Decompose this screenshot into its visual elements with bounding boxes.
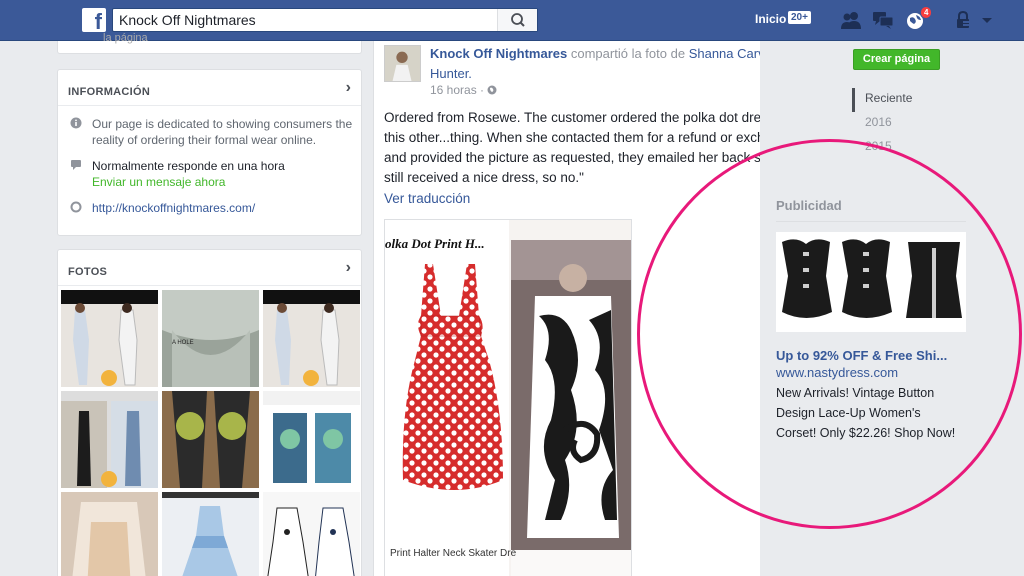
notification-count-badge: 4 bbox=[920, 6, 933, 19]
send-message-link[interactable]: Enviar un mensaje ahora bbox=[92, 174, 361, 190]
corset-product-image bbox=[776, 232, 966, 332]
ad-url[interactable]: www.nastydress.com bbox=[776, 365, 966, 380]
info-description-row: Our page is dedicated to showing consume… bbox=[58, 116, 361, 148]
year-2015[interactable]: 2015 bbox=[852, 136, 912, 160]
see-translation-link[interactable]: Ver traducción bbox=[384, 191, 470, 206]
facebook-logo-icon[interactable]: f bbox=[82, 8, 106, 32]
post-timestamp[interactable]: 16 horas · bbox=[430, 83, 497, 97]
photo-thumbnail[interactable] bbox=[263, 391, 360, 488]
photo-thumbnail[interactable] bbox=[263, 492, 360, 576]
post-photo[interactable]: olka Dot Print H... Print Halter Neck Sk… bbox=[384, 219, 632, 576]
website-link[interactable]: http://knockoffnightmares.com/ bbox=[92, 201, 255, 215]
search-icon bbox=[511, 13, 525, 27]
search-button[interactable] bbox=[497, 9, 537, 31]
chevron-right-icon[interactable]: › bbox=[346, 260, 351, 276]
ad-heading: Publicidad bbox=[776, 198, 966, 222]
info-circle-icon bbox=[70, 117, 82, 129]
avatar[interactable] bbox=[384, 45, 421, 82]
photo-thumbnail[interactable] bbox=[162, 391, 259, 488]
left-column: la página INFORMACIÓN › Our page is dedi… bbox=[57, 32, 362, 576]
top-bar: f Inicio 20+ 4 bbox=[0, 0, 1024, 41]
chat-bubble-icon bbox=[71, 160, 81, 170]
photo-product-title: olka Dot Print H... bbox=[385, 236, 485, 251]
sponsored-ad: Publicidad Up to 92% OFF & Free Shi... w… bbox=[776, 198, 966, 443]
photos-card-title: FOTOS bbox=[68, 266, 108, 278]
info-card: INFORMACIÓN › Our page is dedicated to s… bbox=[57, 69, 362, 236]
photo-hole-label: A HOLE bbox=[172, 340, 194, 346]
timeline-years: Reciente 2016 2015 bbox=[852, 88, 912, 160]
previous-card-stub: la página bbox=[57, 32, 362, 54]
search-input[interactable] bbox=[113, 9, 503, 31]
year-2016[interactable]: 2016 bbox=[852, 112, 912, 136]
response-time-row: Normalmente responde en una hora Enviar … bbox=[58, 158, 361, 190]
year-recent[interactable]: Reciente bbox=[852, 88, 912, 112]
post-time-text: 16 horas · bbox=[430, 83, 488, 97]
search-box[interactable] bbox=[112, 8, 538, 32]
friend-requests-icon[interactable] bbox=[840, 10, 862, 30]
shared-text: compartió la foto de bbox=[570, 46, 686, 61]
photos-card: FOTOS › A HOLE bbox=[57, 249, 362, 576]
photo-thumbnail[interactable] bbox=[61, 391, 158, 488]
page-name-link[interactable]: Knock Off Nightmares bbox=[430, 46, 567, 61]
photo-thumbnail[interactable] bbox=[162, 290, 259, 387]
website-row: http://knockoffnightmares.com/ bbox=[58, 200, 361, 216]
post-text: Ordered from Rosewe. The customer ordere… bbox=[384, 110, 824, 185]
home-link[interactable]: Inicio bbox=[755, 12, 786, 26]
privacy-lock-icon[interactable] bbox=[955, 10, 971, 30]
ad-image[interactable] bbox=[776, 232, 966, 332]
photo-thumbnail[interactable] bbox=[263, 290, 360, 387]
messages-icon[interactable] bbox=[872, 10, 894, 30]
public-globe-icon bbox=[487, 85, 497, 95]
photo-thumbnail[interactable] bbox=[61, 492, 158, 576]
post-photo-image bbox=[385, 220, 631, 576]
globe-icon bbox=[70, 201, 82, 213]
post-header: Knock Off Nightmares compartió la foto d… bbox=[430, 44, 810, 84]
home-count-badge: 20+ bbox=[788, 11, 811, 24]
info-description: Our page is dedicated to showing consume… bbox=[92, 117, 353, 147]
response-time-text: Normalmente responde en una hora bbox=[92, 159, 285, 173]
create-page-button[interactable]: Crear página bbox=[853, 49, 940, 70]
photo-product-caption: Print Halter Neck Skater Dre bbox=[390, 548, 517, 559]
account-menu-chevron-down-icon[interactable] bbox=[980, 10, 994, 30]
ad-body-text: New Arrivals! Vintage Button Design Lace… bbox=[776, 386, 956, 440]
info-card-title: INFORMACIÓN bbox=[68, 86, 151, 98]
ad-title-link[interactable]: Up to 92% OFF & Free Shi... bbox=[776, 348, 966, 363]
photo-thumbnail[interactable] bbox=[162, 492, 259, 576]
photo-thumbnail[interactable] bbox=[61, 290, 158, 387]
stub-text: la página bbox=[103, 32, 148, 44]
info-card-header[interactable]: INFORMACIÓN › bbox=[58, 70, 361, 106]
photos-card-header[interactable]: FOTOS › bbox=[58, 250, 361, 286]
chevron-right-icon[interactable]: › bbox=[346, 80, 351, 96]
